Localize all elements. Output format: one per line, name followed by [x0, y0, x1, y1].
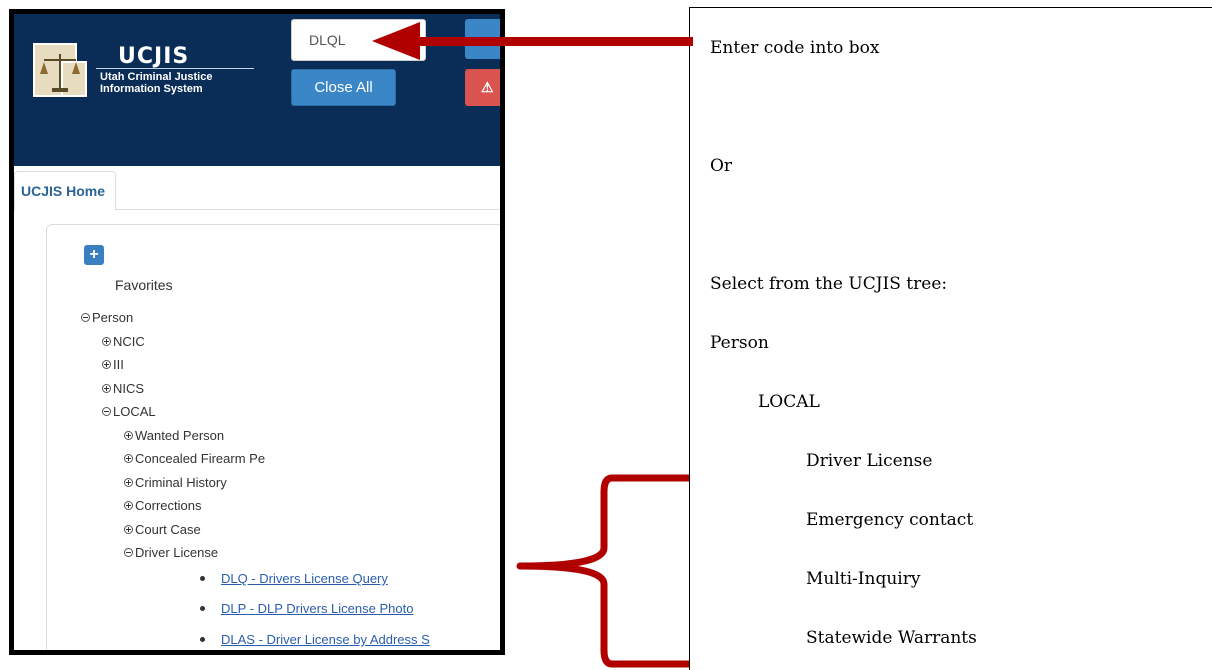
tree-node-label: Corrections [135, 498, 202, 513]
note-item: Emergency contact [806, 510, 974, 530]
note-enter-code: Enter code into box [710, 38, 880, 58]
favorites-label: Favorites [115, 277, 173, 293]
circle-plus-icon[interactable] [124, 525, 133, 535]
tree-node-concealed-firearm[interactable]: Concealed Firearm Pe [124, 451, 265, 466]
circle-plus-icon[interactable] [124, 478, 133, 488]
circle-plus-icon[interactable] [102, 337, 111, 347]
brace-icon [516, 474, 689, 668]
tree-node-label: NICS [113, 381, 145, 396]
circle-plus-icon[interactable] [102, 384, 111, 394]
bullet-icon [200, 576, 205, 582]
scales-of-justice-icon [32, 42, 90, 98]
link-dlas[interactable]: DLAS - Driver License by Address S [221, 632, 430, 647]
tree-node-label: III [113, 357, 124, 372]
tree-node-person[interactable]: Person [81, 310, 133, 325]
plus-icon: + [89, 246, 99, 263]
tree-node-label: Person [92, 310, 134, 325]
circle-minus-icon[interactable] [81, 313, 90, 323]
tree-node-corrections[interactable]: Corrections [124, 498, 201, 513]
note-item: Driver License [806, 451, 933, 471]
tree-node-local[interactable]: LOCAL [102, 404, 156, 419]
warning-icon: ⚠ [481, 79, 494, 95]
circle-minus-icon[interactable] [102, 407, 111, 417]
list-item: DLAS - Driver License by Address S [200, 632, 430, 647]
tree-node-wanted-person[interactable]: Wanted Person [124, 428, 224, 443]
tree-node-label: Criminal History [135, 475, 227, 490]
tree-node-label: Court Case [135, 522, 201, 537]
go-button[interactable] [465, 19, 500, 59]
list-item: DLP - DLP Drivers License Photo [200, 601, 413, 616]
add-favorite-button[interactable]: + [84, 245, 104, 265]
tree-node-nics[interactable]: NICS [102, 381, 144, 396]
instruction-box: Enter code into box Or Select from the U… [689, 7, 1212, 670]
tree-node-criminal-history[interactable]: Criminal History [124, 475, 227, 490]
link-dlq[interactable]: DLQ - Drivers License Query [221, 571, 388, 586]
tree-node-label: Wanted Person [135, 428, 225, 443]
tree-node-label: LOCAL [113, 404, 156, 419]
logo-subtitle-line1: Utah Criminal Justice [100, 71, 213, 83]
code-input[interactable] [291, 19, 426, 61]
circle-plus-icon[interactable] [124, 501, 133, 511]
tab-ucjis-home[interactable]: UCJIS Home [14, 171, 117, 211]
tree-node-label: Concealed Firearm Pe [135, 451, 266, 466]
tab-bar: UCJIS Home [14, 166, 500, 211]
note-item: Statewide Warrants [806, 628, 977, 648]
circle-plus-icon[interactable] [124, 454, 133, 464]
tree-node-ncic[interactable]: NCIC [102, 334, 145, 349]
circle-plus-icon[interactable] [124, 431, 133, 441]
logo-title: UCJIS [118, 44, 190, 69]
bullet-icon [200, 637, 205, 643]
note-person: Person [710, 333, 769, 353]
warning-button[interactable]: ⚠ [465, 69, 500, 106]
link-dlp[interactable]: DLP - DLP Drivers License Photo [221, 601, 413, 616]
circle-minus-icon[interactable] [124, 548, 133, 558]
tree-node-driver-license[interactable]: Driver License [124, 545, 218, 560]
note-or: Or [710, 156, 733, 176]
logo-subtitle-line2: Information System [100, 83, 203, 95]
app-header: UCJIS Utah Criminal Justice Information … [14, 14, 500, 166]
note-select-tree: Select from the UCJIS tree: [710, 274, 948, 294]
ucjis-screenshot: UCJIS Utah Criminal Justice Information … [9, 9, 505, 655]
tree-node-court-case[interactable]: Court Case [124, 522, 201, 537]
tree-node-label: Driver License [135, 545, 219, 560]
note-item: Multi-Inquiry [806, 569, 921, 589]
logo-divider [96, 68, 254, 69]
tree-node-iii[interactable]: III [102, 357, 124, 372]
list-item: DLQ - Drivers License Query [200, 571, 388, 586]
circle-plus-icon[interactable] [102, 360, 111, 370]
note-local: LOCAL [758, 392, 820, 412]
tree-node-label: NCIC [113, 334, 145, 349]
close-all-button[interactable]: Close All [291, 69, 396, 106]
bullet-icon [200, 606, 205, 612]
